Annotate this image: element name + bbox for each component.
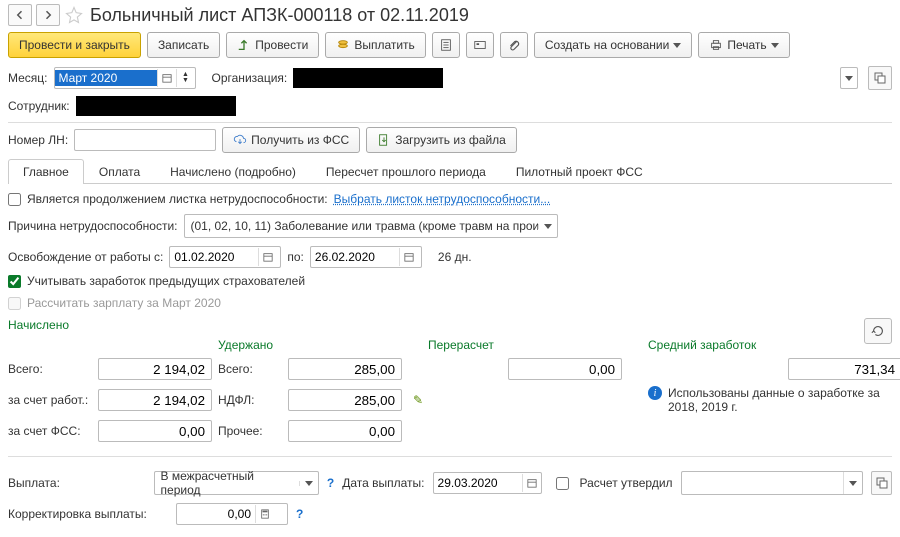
printer-icon <box>709 38 723 52</box>
accrued-total-label: Всего: <box>8 362 98 376</box>
withheld-header: Удержано <box>218 338 408 352</box>
calculator-icon[interactable] <box>255 505 274 523</box>
toolbar: Провести и закрыть Записать Провести Вып… <box>8 32 892 58</box>
caret-down-icon <box>849 481 857 486</box>
consider-prev-checkbox[interactable] <box>8 275 21 288</box>
other-input[interactable] <box>288 420 402 442</box>
pay-button[interactable]: Выплатить <box>325 32 426 58</box>
calendar-icon[interactable] <box>399 248 418 266</box>
card-button[interactable] <box>466 32 494 58</box>
approver-open-button[interactable] <box>871 471 892 495</box>
ndfl-label: НДФЛ: <box>218 393 288 407</box>
consider-prev-label: Учитывать заработок предыдущих страховат… <box>27 274 305 288</box>
forward-button[interactable] <box>36 4 60 26</box>
reason-label: Причина нетрудоспособности: <box>8 219 178 233</box>
file-import-icon <box>377 133 391 147</box>
create-based-on-button[interactable]: Создать на основании <box>534 32 693 58</box>
tab-accrued-detail[interactable]: Начислено (подробно) <box>155 159 311 184</box>
edit-ndfl-icon[interactable]: ✎ <box>408 393 428 407</box>
post-and-close-button[interactable]: Провести и закрыть <box>8 32 141 58</box>
org-label: Организация: <box>212 71 288 85</box>
get-from-fss-button[interactable]: Получить из ФСС <box>222 127 360 153</box>
tab-recalc-prev[interactable]: Пересчет прошлого периода <box>311 159 501 184</box>
page-title: Больничный лист АПЗК-000118 от 02.11.201… <box>90 5 469 26</box>
load-from-file-button[interactable]: Загрузить из файла <box>366 127 517 153</box>
back-button[interactable] <box>8 4 32 26</box>
payout-label: Выплата: <box>8 476 146 490</box>
withheld-total-input[interactable] <box>288 358 402 380</box>
is-continuation-checkbox[interactable] <box>8 193 21 206</box>
approver-field[interactable] <box>681 471 864 495</box>
post-button[interactable]: Провести <box>226 32 319 58</box>
caret-down-icon <box>544 224 552 229</box>
accrued-employer-label: за счет работ.: <box>8 393 98 407</box>
payout-select[interactable]: В межрасчетный период <box>154 471 319 495</box>
favorite-star-icon[interactable] <box>64 5 84 25</box>
ln-label: Номер ЛН: <box>8 133 68 147</box>
correction-field[interactable] <box>176 503 288 525</box>
paperclip-icon <box>507 38 521 52</box>
employee-label: Сотрудник: <box>8 99 70 113</box>
tab-payment[interactable]: Оплата <box>84 159 155 184</box>
is-continuation-label: Является продолжением листка нетрудоспос… <box>27 192 328 206</box>
accrued-fss-input[interactable] <box>98 420 212 442</box>
document-icon <box>439 38 453 52</box>
calendar-icon[interactable] <box>157 69 176 87</box>
calc-salary-checkbox <box>8 297 21 310</box>
coins-icon <box>336 38 350 52</box>
cloud-download-icon <box>233 133 247 147</box>
other-label: Прочее: <box>218 424 288 438</box>
recalc-header: Перерасчет <box>428 338 628 352</box>
org-open-button[interactable] <box>868 66 892 90</box>
avg-input[interactable] <box>788 358 900 380</box>
withheld-total-label: Всего: <box>218 362 288 376</box>
calendar-icon[interactable] <box>522 474 541 492</box>
ndfl-input[interactable] <box>288 389 402 411</box>
to-label: по: <box>287 250 304 264</box>
info-note: Использованы данные о заработке за 2018,… <box>668 386 888 414</box>
month-label: Месяц: <box>8 71 48 85</box>
calendar-icon[interactable] <box>258 248 277 266</box>
org-value-redacted <box>293 68 443 88</box>
release-from-label: Освобождение от работы с: <box>8 250 163 264</box>
accrued-header: Начислено <box>8 318 218 332</box>
recalc-input[interactable] <box>508 358 622 380</box>
accrued-employer-input[interactable] <box>98 389 212 411</box>
employee-value-redacted <box>76 96 236 116</box>
tab-bar: Главное Оплата Начислено (подробно) Пере… <box>8 159 892 184</box>
approved-checkbox[interactable] <box>556 477 569 490</box>
accrued-fss-label: за счет ФСС: <box>8 424 98 438</box>
select-sheet-link[interactable]: Выбрать листок нетрудоспособности... <box>334 192 551 206</box>
caret-down-icon <box>771 43 779 48</box>
caret-down-icon <box>673 43 681 48</box>
ln-number-field[interactable] <box>74 129 216 151</box>
card-icon <box>473 38 487 52</box>
post-icon <box>237 38 251 52</box>
refresh-button[interactable] <box>864 318 892 344</box>
attach-button[interactable] <box>500 32 528 58</box>
document-button[interactable] <box>432 32 460 58</box>
tab-main[interactable]: Главное <box>8 159 84 184</box>
approved-label: Расчет утвердил <box>580 476 673 490</box>
caret-down-icon <box>305 481 313 486</box>
org-select[interactable] <box>840 67 858 89</box>
month-field[interactable]: Март 2020 ▲▼ <box>54 67 196 89</box>
spinner-icon[interactable]: ▲▼ <box>176 69 195 87</box>
date-to-field[interactable] <box>310 246 422 268</box>
save-button[interactable]: Записать <box>147 32 220 58</box>
date-from-field[interactable] <box>169 246 281 268</box>
print-button[interactable]: Печать <box>698 32 789 58</box>
calc-salary-label: Рассчитать зарплату за Март 2020 <box>27 296 221 310</box>
avg-header: Средний заработок <box>648 338 900 352</box>
accrued-total-input[interactable] <box>98 358 212 380</box>
payout-help[interactable]: ? <box>327 476 334 490</box>
payout-date-label: Дата выплаты: <box>342 476 424 490</box>
tab-pilot-fss[interactable]: Пилотный проект ФСС <box>501 159 658 184</box>
days-count: 26 дн. <box>438 250 472 264</box>
payout-date-field[interactable] <box>433 472 542 494</box>
reason-select[interactable]: (01, 02, 10, 11) Заболевание или травма … <box>184 214 558 238</box>
info-icon: i <box>648 386 662 400</box>
